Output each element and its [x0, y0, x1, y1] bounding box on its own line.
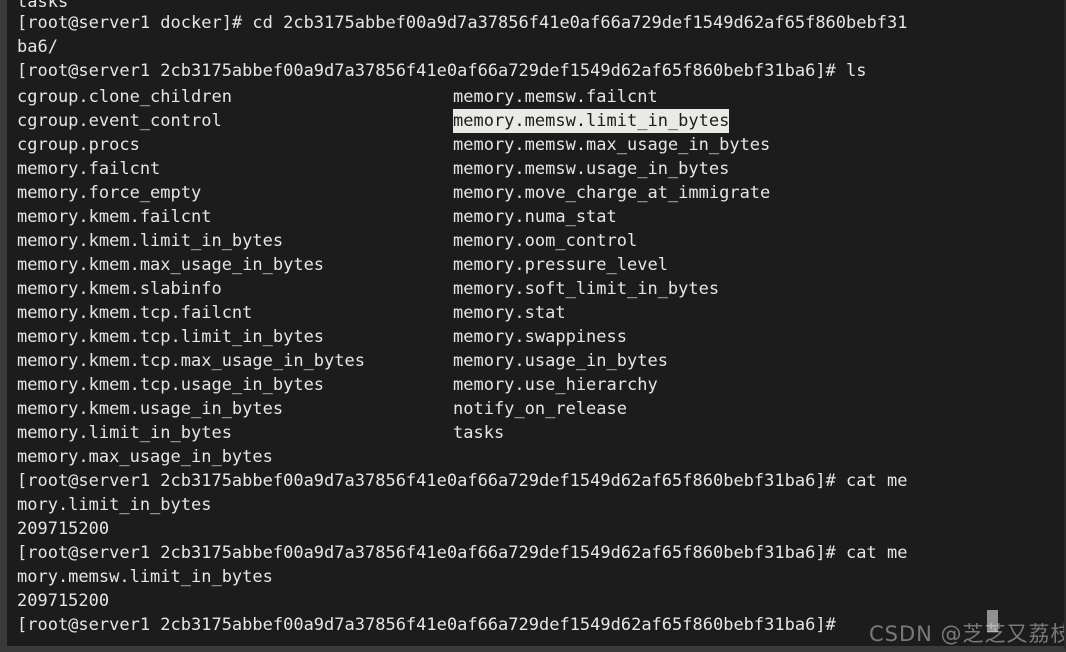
- ls-entry-memory-oom-control[interactable]: memory.oom_control: [453, 229, 637, 253]
- ls-entry-memory-kmem-tcp-failcnt[interactable]: memory.kmem.tcp.failcnt: [17, 301, 252, 325]
- ls-entry-memory-kmem-limit-in-bytes[interactable]: memory.kmem.limit_in_bytes: [17, 229, 283, 253]
- terminal-line-cat-limit-command: [root@server1 2cb3175abbef00a9d7a37856f4…: [17, 471, 908, 491]
- ls-entry-memory-memsw-limit-in-bytes[interactable]: memory.memsw.limit_in_bytes: [453, 109, 730, 133]
- ls-entry-memory-failcnt[interactable]: memory.failcnt: [17, 157, 160, 181]
- ls-entry-memory-force-empty[interactable]: memory.force_empty: [17, 181, 201, 205]
- csdn-watermark: CSDN @芝芝又荔枝: [869, 622, 1064, 646]
- ls-entry-memory-pressure-level[interactable]: memory.pressure_level: [453, 253, 668, 277]
- ls-entry-cgroup-procs[interactable]: cgroup.procs: [17, 133, 140, 157]
- ls-entry-memory-kmem-usage-in-bytes[interactable]: memory.kmem.usage_in_bytes: [17, 397, 283, 421]
- terminal-line-cd-command-wrap: ba6/: [17, 37, 58, 57]
- ls-entry-cgroup-event-control[interactable]: cgroup.event_control: [17, 109, 222, 133]
- terminal-cursor: [987, 610, 998, 632]
- ls-entry-tasks[interactable]: tasks: [453, 421, 504, 445]
- ls-entry-memory-swappiness[interactable]: memory.swappiness: [453, 325, 627, 349]
- terminal-line-ls-command: [root@server1 2cb3175abbef00a9d7a37856f4…: [17, 61, 867, 81]
- terminal-line-cat-memsw-command-wrap: mory.memsw.limit_in_bytes: [17, 567, 273, 587]
- ls-entry-memory-kmem-tcp-max-usage-in-bytes[interactable]: memory.kmem.tcp.max_usage_in_bytes: [17, 349, 365, 373]
- ls-entry-memory-memsw-max-usage-in-bytes[interactable]: memory.memsw.max_usage_in_bytes: [453, 133, 770, 157]
- ls-entry-notify-on-release[interactable]: notify_on_release: [453, 397, 627, 421]
- ls-entry-memory-soft-limit-in-bytes[interactable]: memory.soft_limit_in_bytes: [453, 277, 719, 301]
- terminal-line-limit-value-output: 209715200: [17, 519, 110, 539]
- ls-entry-memory-kmem-slabinfo[interactable]: memory.kmem.slabinfo: [17, 277, 222, 301]
- terminal-line-cat-limit-command-wrap: mory.limit_in_bytes: [17, 495, 212, 515]
- ls-entry-memory-memsw-usage-in-bytes[interactable]: memory.memsw.usage_in_bytes: [453, 157, 729, 181]
- ls-entry-memory-use-hierarchy[interactable]: memory.use_hierarchy: [453, 373, 658, 397]
- ls-entry-memory-move-charge-at-immigrate[interactable]: memory.move_charge_at_immigrate: [453, 181, 770, 205]
- terminal-line-cat-memsw-command: [root@server1 2cb3175abbef00a9d7a37856f4…: [17, 543, 908, 563]
- ls-entry-memory-kmem-tcp-limit-in-bytes[interactable]: memory.kmem.tcp.limit_in_bytes: [17, 325, 324, 349]
- terminal-line-cd-command: [root@server1 docker]# cd 2cb3175abbef00…: [17, 13, 908, 33]
- ls-entry-memory-kmem-failcnt[interactable]: memory.kmem.failcnt: [17, 205, 211, 229]
- ls-entry-memory-limit-in-bytes[interactable]: memory.limit_in_bytes: [17, 421, 232, 445]
- terminal-screen[interactable]: tasks [root@server1 docker]# cd 2cb3175a…: [7, 0, 1064, 646]
- terminal-line-memsw-value-output: 209715200: [17, 591, 110, 611]
- ls-entry-memory-kmem-tcp-usage-in-bytes[interactable]: memory.kmem.tcp.usage_in_bytes: [17, 373, 324, 397]
- ls-entry-memory-usage-in-bytes[interactable]: memory.usage_in_bytes: [453, 349, 668, 373]
- ls-entry-cgroup-clone-children[interactable]: cgroup.clone_children: [17, 85, 232, 109]
- ls-entry-memory-max-usage-in-bytes[interactable]: memory.max_usage_in_bytes: [17, 445, 273, 469]
- ls-entry-memory-memsw-failcnt[interactable]: memory.memsw.failcnt: [453, 85, 658, 109]
- terminal-line-final-prompt: [root@server1 2cb3175abbef00a9d7a37856f4…: [17, 615, 847, 635]
- terminal-window[interactable]: tasks [root@server1 docker]# cd 2cb3175a…: [0, 0, 1066, 652]
- ls-entry-memory-kmem-max-usage-in-bytes[interactable]: memory.kmem.max_usage_in_bytes: [17, 253, 324, 277]
- ls-entry-memory-stat[interactable]: memory.stat: [453, 301, 566, 325]
- ls-entry-memory-numa-stat[interactable]: memory.numa_stat: [453, 205, 617, 229]
